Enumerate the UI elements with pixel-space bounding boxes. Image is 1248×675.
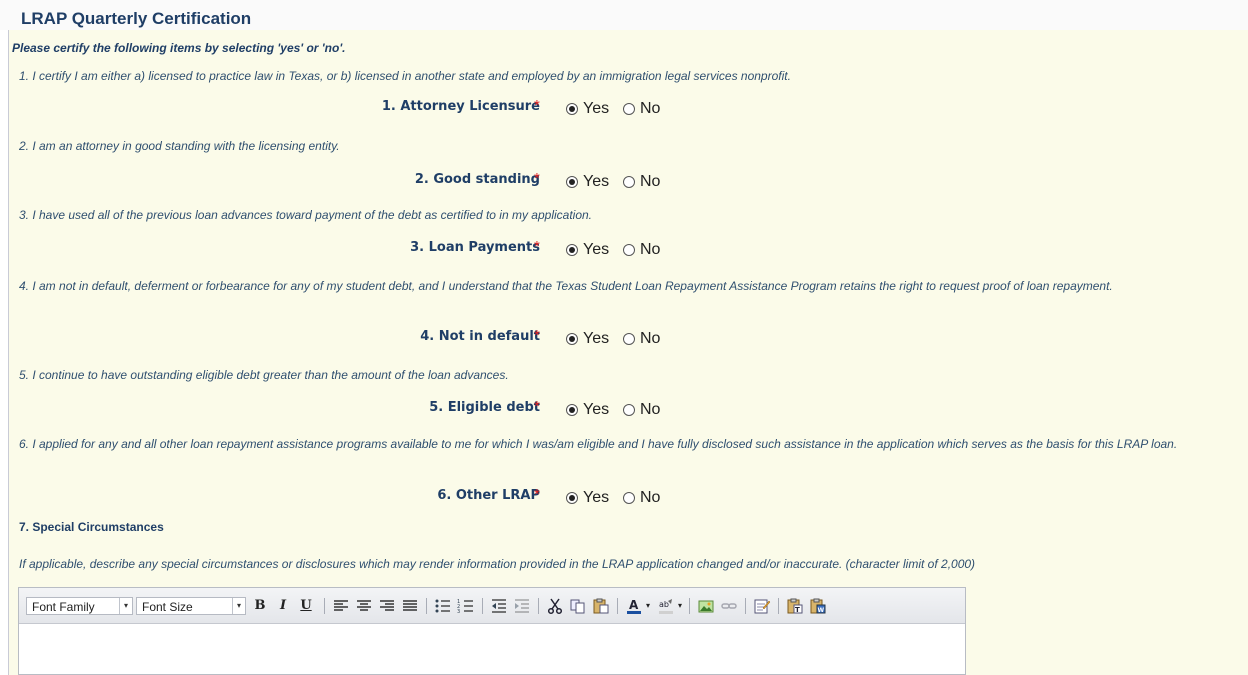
- page-header: LRAP Quarterly Certification: [0, 0, 1248, 30]
- statement-4: 4. I am not in default, deferment or for…: [19, 279, 1113, 293]
- link-icon[interactable]: [720, 597, 738, 615]
- chevron-down-icon[interactable]: ▾: [644, 597, 652, 615]
- editor-toolbar: Font Family ▾ Font Size ▾ B I U 123 A ▾ …: [19, 588, 965, 624]
- question-row-1: 1. Attorney Licensure * Yes No: [0, 97, 1248, 119]
- statement-2: 2. I am an attorney in good standing wit…: [19, 139, 340, 153]
- required-marker: *: [534, 97, 540, 114]
- statement-1: 1. I certify I am either a) licensed to …: [19, 69, 791, 83]
- align-center-icon[interactable]: [355, 597, 373, 615]
- align-right-icon[interactable]: [378, 597, 396, 615]
- question-label-3: 3. Loan Payments: [410, 240, 540, 255]
- no-radio-5[interactable]: No: [623, 401, 660, 419]
- statement-6: 6. I applied for any and all other loan …: [19, 437, 1178, 451]
- radio-checked-icon[interactable]: [566, 492, 578, 504]
- toolbar-separator: [689, 598, 690, 614]
- required-marker: *: [534, 486, 540, 503]
- underline-button[interactable]: U: [298, 597, 314, 615]
- radio-checked-icon[interactable]: [566, 176, 578, 188]
- toolbar-separator: [538, 598, 539, 614]
- bullet-list-icon[interactable]: [434, 597, 452, 615]
- font-size-select[interactable]: Font Size ▾: [136, 597, 246, 615]
- certification-panel: [8, 30, 1248, 675]
- svg-text:ab: ab: [659, 600, 669, 609]
- radio-checked-icon[interactable]: [566, 333, 578, 345]
- toolbar-separator: [482, 598, 483, 614]
- chevron-down-icon: ▾: [119, 598, 132, 614]
- svg-text:A: A: [629, 598, 639, 612]
- no-radio-1[interactable]: No: [623, 100, 660, 118]
- font-color-icon[interactable]: A: [625, 597, 643, 615]
- svg-text:3: 3: [457, 609, 460, 615]
- chevron-down-icon: ▾: [232, 598, 245, 614]
- copy-icon[interactable]: [569, 597, 587, 615]
- numbered-list-icon[interactable]: 123: [457, 597, 475, 615]
- page-title: LRAP Quarterly Certification: [21, 9, 252, 28]
- required-marker: *: [534, 327, 540, 344]
- no-radio-6[interactable]: No: [623, 489, 660, 507]
- no-radio-3[interactable]: No: [623, 241, 660, 259]
- rich-text-editor[interactable]: Font Family ▾ Font Size ▾ B I U 123 A ▾ …: [18, 587, 966, 675]
- question-row-5: 5. Eligible debt * Yes No: [0, 398, 1248, 420]
- statement-5: 5. I continue to have outstanding eligib…: [19, 368, 509, 382]
- question-label-1: 1. Attorney Licensure: [381, 99, 540, 114]
- special-circumstances-description: If applicable, describe any special circ…: [19, 557, 976, 571]
- required-marker: *: [534, 238, 540, 255]
- question-row-6: 6. Other LRAP * Yes No: [0, 486, 1248, 508]
- align-left-icon[interactable]: [332, 597, 350, 615]
- paste-text-icon[interactable]: T: [786, 597, 804, 615]
- font-family-select[interactable]: Font Family ▾: [26, 597, 133, 615]
- svg-text:T: T: [795, 606, 800, 614]
- required-marker: *: [534, 398, 540, 415]
- special-circumstances-heading: 7. Special Circumstances: [19, 520, 164, 534]
- question-row-2: 2. Good standing * Yes No: [0, 170, 1248, 192]
- yes-radio-1[interactable]: Yes: [566, 100, 609, 118]
- paste-word-icon[interactable]: W: [809, 597, 827, 615]
- yes-radio-5[interactable]: Yes: [566, 401, 609, 419]
- radio-unchecked-icon[interactable]: [623, 404, 635, 416]
- question-row-3: 3. Loan Payments * Yes No: [0, 238, 1248, 260]
- radio-unchecked-icon[interactable]: [623, 103, 635, 115]
- question-label-5: 5. Eligible debt: [429, 400, 540, 415]
- instructions-text: Please certify the following items by se…: [12, 41, 346, 55]
- toolbar-separator: [617, 598, 618, 614]
- bold-button[interactable]: B: [252, 597, 268, 615]
- question-label-2: 2. Good standing: [414, 172, 540, 187]
- edit-icon[interactable]: [753, 597, 771, 615]
- question-label-6: 6. Other LRAP: [437, 488, 540, 503]
- italic-button[interactable]: I: [275, 597, 291, 615]
- yes-radio-4[interactable]: Yes: [566, 330, 609, 348]
- indent-icon[interactable]: [513, 597, 531, 615]
- svg-text:W: W: [818, 607, 825, 614]
- chevron-down-icon[interactable]: ▾: [676, 597, 684, 615]
- radio-unchecked-icon[interactable]: [623, 333, 635, 345]
- image-icon[interactable]: [697, 597, 715, 615]
- question-row-4: 4. Not in default * Yes No: [0, 327, 1248, 349]
- cut-icon[interactable]: [546, 597, 564, 615]
- outdent-icon[interactable]: [490, 597, 508, 615]
- yes-radio-2[interactable]: Yes: [566, 173, 609, 191]
- required-marker: *: [534, 170, 540, 187]
- no-radio-2[interactable]: No: [623, 173, 660, 191]
- toolbar-separator: [324, 598, 325, 614]
- toolbar-separator: [745, 598, 746, 614]
- paste-icon[interactable]: [592, 597, 610, 615]
- toolbar-separator: [426, 598, 427, 614]
- yes-radio-3[interactable]: Yes: [566, 241, 609, 259]
- toolbar-separator: [778, 598, 779, 614]
- no-radio-4[interactable]: No: [623, 330, 660, 348]
- radio-checked-icon[interactable]: [566, 103, 578, 115]
- yes-radio-6[interactable]: Yes: [566, 489, 609, 507]
- radio-checked-icon[interactable]: [566, 244, 578, 256]
- radio-unchecked-icon[interactable]: [623, 244, 635, 256]
- radio-checked-icon[interactable]: [566, 404, 578, 416]
- statement-3: 3. I have used all of the previous loan …: [19, 208, 593, 222]
- editor-content-area[interactable]: [19, 624, 965, 674]
- highlight-color-icon[interactable]: ab: [657, 597, 675, 615]
- question-label-4: 4. Not in default: [420, 329, 540, 344]
- radio-unchecked-icon[interactable]: [623, 492, 635, 504]
- radio-unchecked-icon[interactable]: [623, 176, 635, 188]
- align-justify-icon[interactable]: [401, 597, 419, 615]
